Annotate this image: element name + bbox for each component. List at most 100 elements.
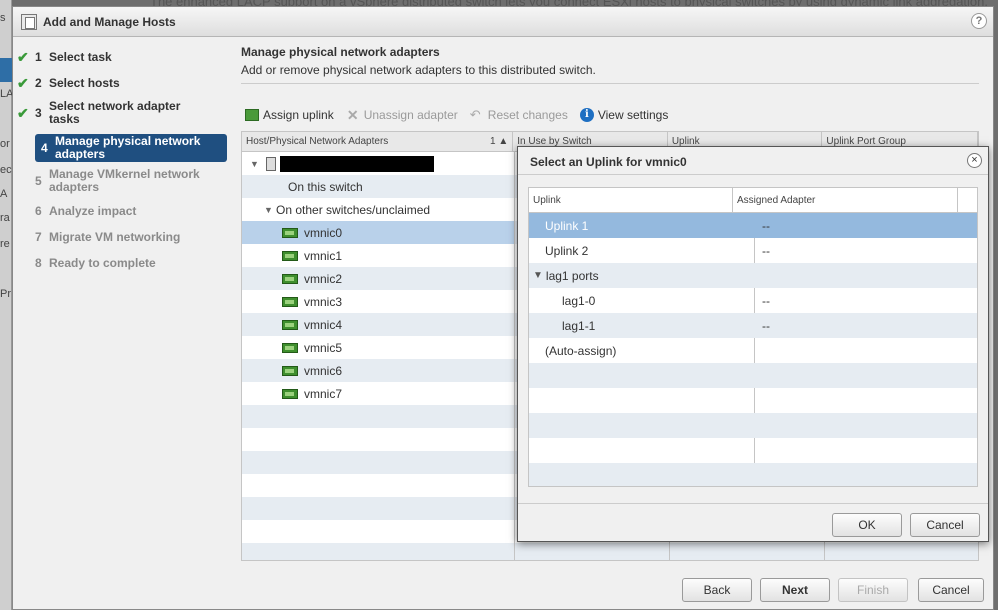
empty-row xyxy=(529,438,977,463)
adapter-row-vmnic6[interactable]: vmnic6 xyxy=(242,359,514,382)
reset-changes-label: Reset changes xyxy=(487,108,568,122)
adapter-toolbar: Assign uplink ✕ Unassign adapter ↶ Reset… xyxy=(245,108,668,122)
step-label: Migrate VM networking xyxy=(49,229,181,244)
step-select-adapter-tasks[interactable]: ✔ 3 Select network adapter tasks xyxy=(17,99,227,126)
empty-row xyxy=(529,363,977,388)
help-button[interactable]: ? xyxy=(971,13,987,29)
background-app-strip: s LA or ec A ra re Pr xyxy=(0,0,12,610)
empty-row xyxy=(529,388,977,413)
dialog-cancel-button[interactable]: Cancel xyxy=(910,513,980,537)
hosts-wizard-icon xyxy=(21,13,37,30)
step-analyze-impact: 6 Analyze impact xyxy=(35,204,227,218)
empty-row xyxy=(529,463,977,486)
page-title: Manage physical network adapters xyxy=(241,45,440,59)
uplink-row-lag1-ports[interactable]: ▼ lag1 ports xyxy=(529,263,977,288)
row-background xyxy=(242,543,978,560)
step-number: 3 xyxy=(35,106,42,120)
step-ready-to-complete: 8 Ready to complete xyxy=(35,256,227,270)
nic-icon xyxy=(282,296,298,307)
adapter-row-vmnic2[interactable]: vmnic2 xyxy=(242,267,514,290)
step-label: Ready to complete xyxy=(49,255,156,270)
step-manage-physical-adapters[interactable]: 4 Manage physical network adapters xyxy=(35,134,227,162)
cancel-button[interactable]: Cancel xyxy=(918,578,984,602)
checkmark-icon: ✔ xyxy=(17,74,29,91)
step-migrate-vm-networking: 7 Migrate VM networking xyxy=(35,230,227,244)
sort-indicator: 1 ▲ xyxy=(490,136,509,147)
step-label: Select hosts xyxy=(49,75,120,90)
adapter-row-vmnic5[interactable]: vmnic5 xyxy=(242,336,514,359)
adapter-row-vmnic1[interactable]: vmnic1 xyxy=(242,244,514,267)
remove-icon: ✕ xyxy=(346,107,359,123)
bg-fragment: ra xyxy=(0,212,10,224)
reset-changes-button[interactable]: ↶ Reset changes xyxy=(470,108,568,122)
ok-button[interactable]: OK xyxy=(832,513,902,537)
bg-selected-item xyxy=(0,58,12,82)
column-divider xyxy=(514,152,515,560)
wizard-steps: ✔ 1 Select task ✔ 2 Select hosts ✔ 3 Sel… xyxy=(13,38,235,570)
info-icon: i xyxy=(579,108,594,122)
step-number: 6 xyxy=(35,204,42,218)
bg-fragment: Pr xyxy=(0,288,11,300)
host-icon xyxy=(266,156,276,171)
bg-fragment: ec xyxy=(0,164,12,176)
step-label: Analyze impact xyxy=(49,203,137,218)
dialog-title: Select an Uplink for vmnic0 xyxy=(518,147,988,175)
view-settings-label: View settings xyxy=(597,108,669,122)
next-button[interactable]: Next xyxy=(760,578,830,602)
step-manage-vmkernel-adapters: 5 Manage VMkernel network adapters xyxy=(35,168,227,194)
adapter-row-vmnic4[interactable]: vmnic4 xyxy=(242,313,514,336)
expand-triangle-icon[interactable]: ▼ xyxy=(533,270,543,281)
nic-icon xyxy=(282,250,298,261)
uplink-table: Uplink Assigned Adapter Uplink 1 -- Upli… xyxy=(528,187,978,487)
column-header[interactable]: Host/Physical Network Adapters 1 ▲ xyxy=(242,132,514,151)
assign-uplink-label: Assign uplink xyxy=(263,108,334,122)
group-on-other-switches[interactable]: ▼ On other switches/unclaimed xyxy=(242,198,514,221)
step-label: Select network adapter tasks xyxy=(49,99,181,126)
column-header-uplink[interactable]: Uplink xyxy=(529,188,733,212)
nic-assign-icon xyxy=(245,109,259,121)
collapse-triangle-icon[interactable]: ▼ xyxy=(264,205,276,215)
undo-icon: ↶ xyxy=(469,107,481,122)
collapse-triangle-icon[interactable]: ▼ xyxy=(250,159,262,169)
view-settings-button[interactable]: i View settings xyxy=(579,108,669,122)
checkmark-icon: ✔ xyxy=(17,48,29,65)
nic-icon xyxy=(282,319,298,330)
host-row[interactable]: ▼ xyxy=(242,152,514,175)
back-button[interactable]: Back xyxy=(682,578,752,602)
step-number: 4 xyxy=(41,141,48,155)
bg-fragment: LA xyxy=(0,88,12,100)
step-select-task[interactable]: ✔ 1 Select task xyxy=(17,49,227,65)
step-number: 8 xyxy=(35,256,42,270)
finish-button[interactable]: Finish xyxy=(838,578,908,602)
adapter-row-vmnic7[interactable]: vmnic7 xyxy=(242,382,514,405)
step-number: 5 xyxy=(35,174,42,188)
divider xyxy=(518,503,988,504)
checkmark-icon: ✔ xyxy=(17,104,29,121)
step-number: 2 xyxy=(35,76,42,90)
table-header: Uplink Assigned Adapter xyxy=(529,188,977,213)
adapter-row-vmnic3[interactable]: vmnic3 xyxy=(242,290,514,313)
close-icon[interactable]: × xyxy=(967,153,982,168)
step-number: 1 xyxy=(35,50,42,64)
uplink-row-uplink-2[interactable]: Uplink 2 -- xyxy=(529,238,977,263)
adapter-row-vmnic0[interactable]: vmnic0 xyxy=(242,221,514,244)
unassign-adapter-button[interactable]: ✕ Unassign adapter xyxy=(346,108,458,122)
bg-fragment: A xyxy=(0,188,8,200)
assign-uplink-button[interactable]: Assign uplink xyxy=(245,108,334,122)
column-header-assigned-adapter[interactable]: Assigned Adapter xyxy=(733,188,958,212)
empty-row xyxy=(529,413,977,438)
window-titlebar: Add and Manage Hosts xyxy=(13,7,993,37)
bg-fragment: re xyxy=(0,238,10,250)
uplink-row-lag1-0[interactable]: lag1-0 -- xyxy=(529,288,977,313)
nic-icon xyxy=(282,388,298,399)
group-on-this-switch[interactable]: On this switch xyxy=(242,175,514,198)
uplink-row-lag1-1[interactable]: lag1-1 -- xyxy=(529,313,977,338)
step-label: Manage VMkernel network adapters xyxy=(49,167,200,194)
step-label: Select task xyxy=(49,49,112,64)
bg-fragment: s xyxy=(0,12,6,24)
uplink-row-auto-assign[interactable]: (Auto-assign) xyxy=(529,338,977,363)
step-select-hosts[interactable]: ✔ 2 Select hosts xyxy=(17,75,227,91)
redacted-host-name xyxy=(280,155,434,172)
bg-fragment: or xyxy=(0,138,10,150)
uplink-row-uplink-1[interactable]: Uplink 1 -- xyxy=(529,213,977,238)
